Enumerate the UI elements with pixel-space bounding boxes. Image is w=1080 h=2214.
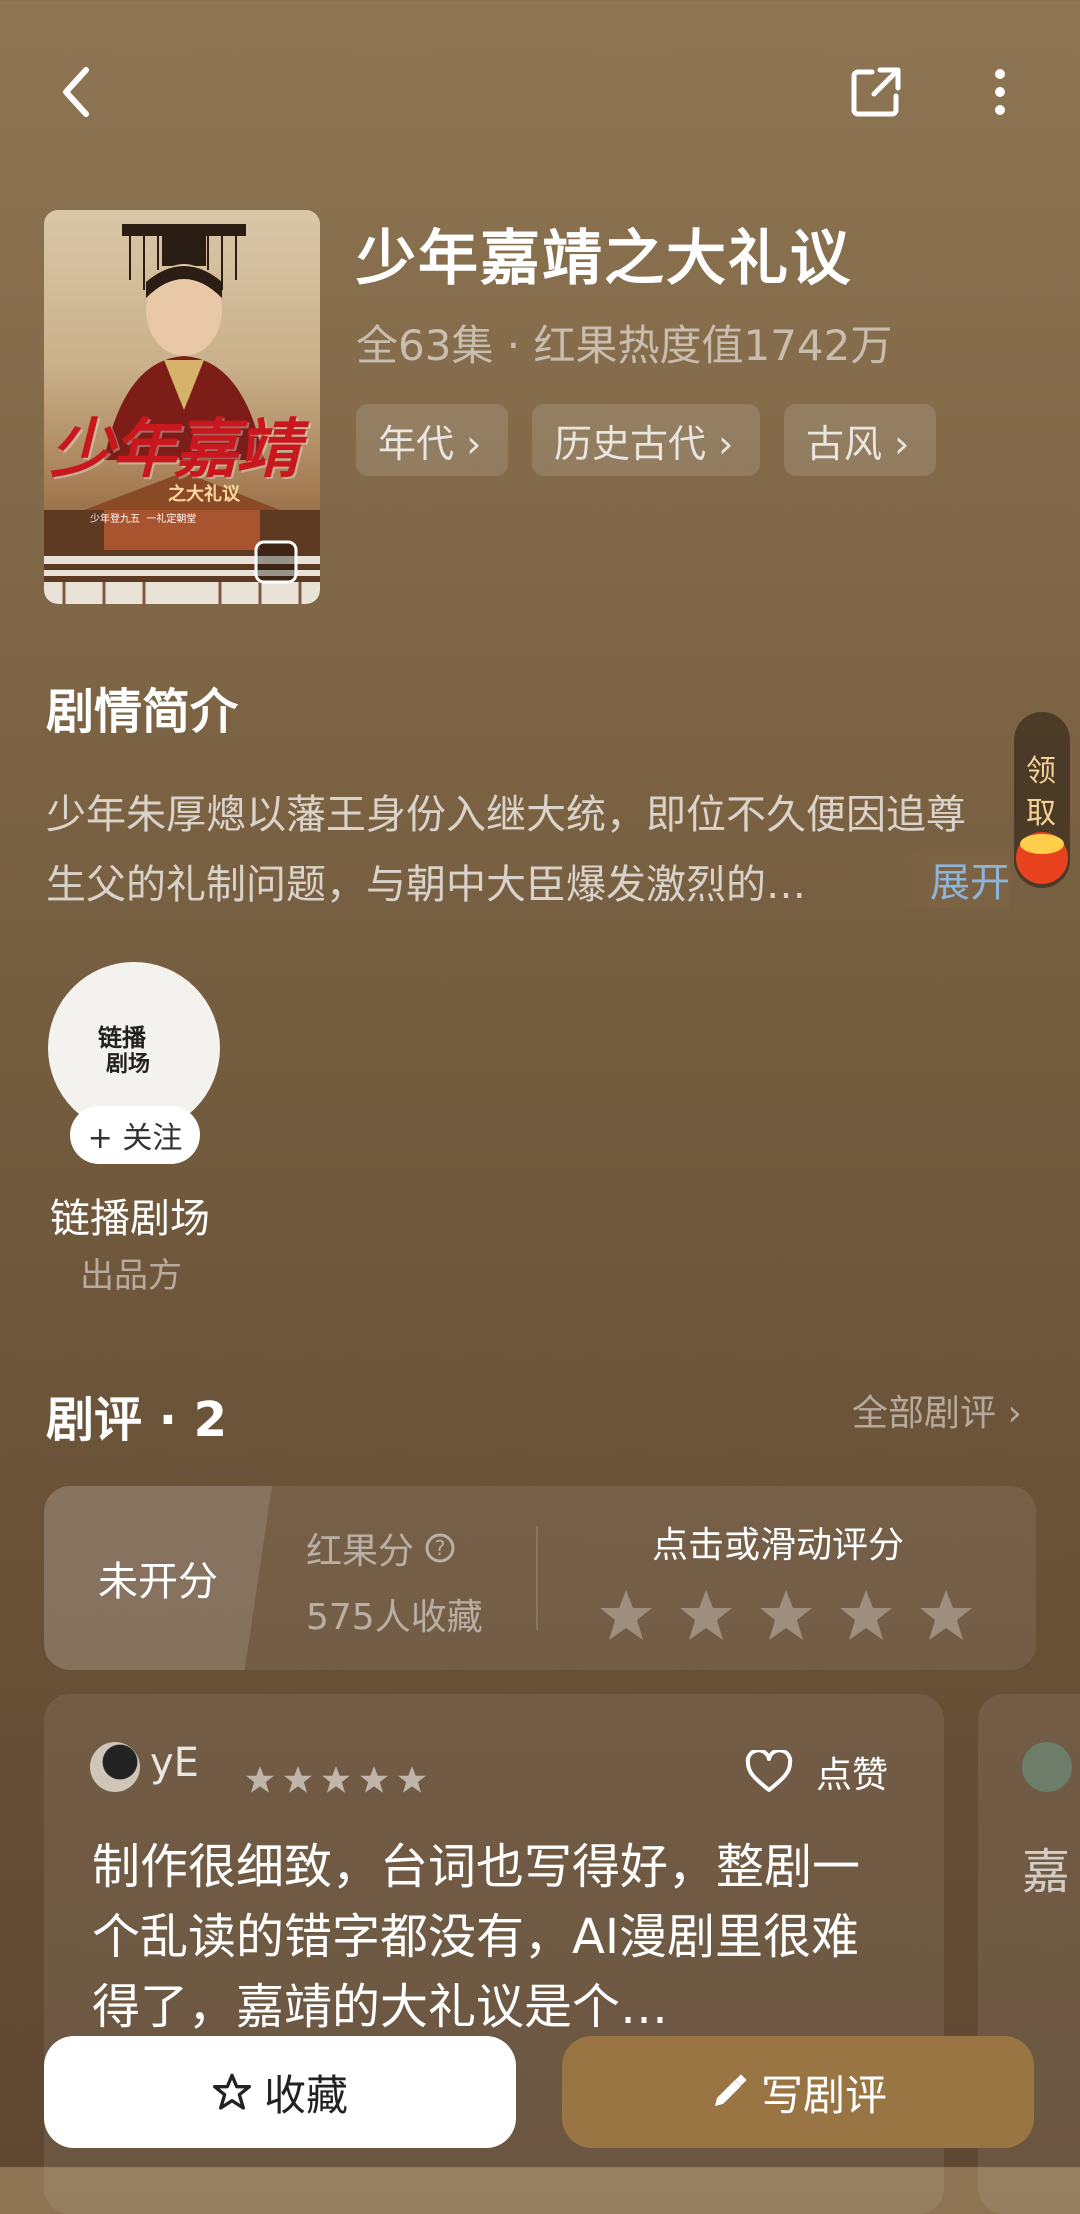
producer-role: 出品方: [80, 1256, 182, 1296]
review-star-icon: [284, 1766, 312, 1793]
follow-button[interactable]: + 关注: [70, 1106, 200, 1164]
like-button[interactable]: 点赞: [744, 1746, 888, 1798]
chevron-left-icon: [63, 67, 89, 117]
back-button[interactable]: [36, 52, 116, 132]
poster-subtitle-text: 之大礼议: [168, 484, 240, 505]
star-outline-icon: [212, 2073, 251, 2110]
reward-widget[interactable]: 领 取: [1014, 712, 1070, 888]
more-vertical-icon: [995, 69, 1005, 115]
review-stars: [244, 1764, 428, 1796]
rate-prompt: 点击或滑动评分: [652, 1525, 905, 1566]
reviewer-avatar-2[interactable]: [1022, 1742, 1072, 1792]
more-button[interactable]: [960, 52, 1040, 132]
review-star-icon: [360, 1766, 388, 1793]
write-review-button[interactable]: 写剧评: [562, 2036, 1034, 2148]
favorite-button[interactable]: 收藏: [44, 2036, 516, 2148]
review-star-icon: [246, 1766, 274, 1793]
tag-era[interactable]: 年代 ›: [356, 404, 508, 476]
rate-star-3[interactable]: [756, 1586, 816, 1646]
rate-star-5[interactable]: [916, 1586, 976, 1646]
reward-widget-line1: 领: [1026, 754, 1056, 789]
gift-icon: [1016, 832, 1068, 884]
review-text: 制作很细致，台词也写得好，整剧一个乱读的错字都没有，AI漫剧里很难得了，嘉靖的大…: [92, 1839, 861, 2035]
synopsis-heading: 剧情简介: [46, 684, 239, 740]
collect-count: 575人收藏: [306, 1597, 483, 1638]
poster-title-text: 少年嘉靖: [50, 412, 300, 487]
tag-ancient-style[interactable]: 古风 ›: [784, 404, 936, 476]
like-label: 点赞: [816, 1755, 889, 1796]
reviewer-avatar[interactable]: [90, 1742, 140, 1792]
score-status: 未开分: [44, 1486, 272, 1670]
review-star-icon: [398, 1766, 426, 1793]
hongguo-score-text: 红果分: [306, 1531, 415, 1572]
share-icon: [851, 67, 901, 117]
drama-title: 少年嘉靖之大礼议: [356, 224, 852, 294]
rate-star-1[interactable]: [596, 1586, 656, 1646]
producer-name: 链播剧场: [50, 1196, 210, 1242]
drama-poster[interactable]: 少年嘉靖 之大礼议 少年登九五 一礼定朝堂: [44, 210, 320, 604]
favorite-label: 收藏: [263, 2070, 348, 2120]
rating-divider: [536, 1526, 538, 1630]
heart-icon: [745, 1750, 793, 1792]
synopsis-text: 少年朱厚熜以藩王身份入继大统，即位不久便因追尊生父的礼制问题，与朝中大臣爆发激烈…: [46, 780, 1026, 920]
all-reviews-link[interactable]: 全部剧评 ›: [852, 1384, 1022, 1436]
reviews-heading: 剧评 · 2: [46, 1392, 228, 1448]
write-review-label: 写剧评: [760, 2070, 887, 2120]
svg-text:?: ?: [435, 1536, 446, 1560]
drama-meta: 全63集 · 红果热度值1742万: [356, 321, 893, 370]
review-text-2: 嘉: [1022, 1844, 1071, 1900]
rate-star-2[interactable]: [676, 1586, 736, 1646]
share-button[interactable]: [836, 52, 916, 132]
pencil-icon: [714, 2074, 747, 2106]
rate-star-4[interactable]: [836, 1586, 896, 1646]
hongguo-score-label: 红果分 ?: [306, 1522, 456, 1574]
tag-history[interactable]: 历史古代 ›: [532, 404, 760, 476]
help-icon[interactable]: ?: [424, 1532, 456, 1564]
producer-logo-text-2: 剧场: [106, 1052, 151, 1077]
review-star-icon: [322, 1766, 350, 1793]
synopsis-body: 少年朱厚熜以藩王身份入继大统，即位不久便因追尊生父的礼制问题，与朝中大臣爆发激烈…: [46, 792, 966, 908]
synopsis-expand-link[interactable]: 展开: [900, 850, 1010, 908]
reviewer-name: yE: [150, 1740, 199, 1786]
poster-caption-text: 少年登九五 一礼定朝堂: [90, 514, 197, 525]
